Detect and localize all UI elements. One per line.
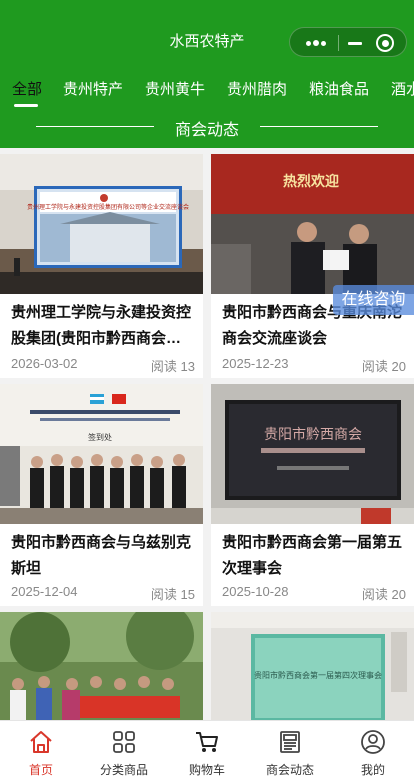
article-image: [0, 612, 203, 720]
grid-icon: [113, 731, 135, 753]
tabbar-label: 商会动态: [265, 763, 314, 777]
header: 水西农特产 全部 贵州特产 贵州黄牛 贵州腊肉 粮油食品 酒水 商会动态: [0, 0, 414, 148]
tabbar-home[interactable]: 首页: [0, 721, 82, 780]
tabbar-profile[interactable]: 我的: [332, 721, 414, 780]
article-date: 2026-03-02: [11, 356, 78, 371]
section-title: 商会动态: [174, 122, 239, 139]
article-views: 阅读 20: [361, 587, 406, 602]
article-card[interactable]: 签到处 贵阳市黔西商会与乌兹别克斯坦 2025-12-04 阅读 15: [0, 384, 203, 606]
article-card[interactable]: 贵阳市黔西商会第一届第四次理事会: [211, 612, 414, 720]
article-image: 贵阳市黔西商会第一届第四次理事会: [211, 612, 414, 720]
close-icon[interactable]: [376, 34, 394, 52]
article-title: 贵州理工学院与永建投资控股集团(贵阳市黔西商会…: [11, 304, 192, 347]
article-image: 签到处: [0, 384, 203, 524]
section-heading: 商会动态: [0, 115, 414, 139]
banner-text: 贵州理工学院与永建投资控股集团有限公司等企业交流座谈会: [27, 203, 189, 211]
article-title: 贵阳市黔西商会与乌兹别克斯坦: [11, 534, 192, 577]
news-icon: [280, 731, 300, 753]
tab-guizhou-cattle[interactable]: 贵州黄牛: [145, 78, 205, 99]
tab-liquor[interactable]: 酒水: [391, 78, 414, 99]
mini-program-capsule: [289, 27, 407, 57]
article-image: 贵阳市黔西商会: [211, 384, 414, 524]
bottom-tab-bar: 首页 分类商品 购物车 商会动态 我的: [0, 720, 414, 780]
tabbar-label: 购物车: [188, 763, 225, 777]
app-root: 水西农特产 全部 贵州特产 贵州黄牛 贵州腊肉 粮油食品 酒水 商会动态 贵州理…: [0, 0, 414, 780]
tab-grain-oil[interactable]: 粮油食品: [309, 78, 369, 99]
tab-guizhou-specialty[interactable]: 贵州特产: [63, 78, 123, 99]
minimize-icon[interactable]: [342, 36, 368, 50]
banner-text: 热烈欢迎: [283, 173, 339, 190]
home-icon: [30, 731, 52, 753]
capsule-divider: [338, 35, 339, 51]
tabbar-label: 首页: [28, 763, 53, 777]
article-card[interactable]: 贵州理工学院与永建投资控股集团有限公司等企业交流座谈会 贵州理工学院与永建投资控…: [0, 154, 203, 378]
article-views: 阅读 15: [150, 587, 195, 602]
banner-text: 贵阳市黔西商会第一届第四次理事会: [254, 670, 382, 680]
user-icon: [361, 730, 385, 754]
tabbar-label: 我的: [360, 763, 385, 777]
article-card[interactable]: 热烈欢迎 贵阳市黔西商会与重庆南沱商会交流座谈会 2025-12-23 阅读 2…: [211, 154, 414, 378]
article-image: 热烈欢迎: [211, 154, 414, 294]
divider: [260, 126, 378, 127]
tabbar-news[interactable]: 商会动态: [249, 721, 331, 780]
article-title: 贵阳市黔西商会第一届第五次理事会: [222, 534, 403, 577]
tabbar-categories[interactable]: 分类商品: [83, 721, 165, 780]
article-date: 2025-12-04: [11, 584, 78, 599]
tab-guizhou-bacon[interactable]: 贵州腊肉: [227, 78, 287, 99]
banner-text: 贵阳市黔西商会: [264, 426, 362, 443]
tabbar-cart[interactable]: 购物车: [166, 721, 248, 780]
category-tabs: 全部 贵州特产 贵州黄牛 贵州腊肉 粮油食品 酒水: [0, 76, 414, 106]
banner-text: 签到处: [88, 432, 112, 442]
article-views: 阅读 20: [361, 359, 406, 374]
article-views: 阅读 13: [150, 359, 195, 374]
more-icon[interactable]: [302, 36, 332, 50]
active-tab-indicator: [14, 104, 38, 107]
article-date: 2025-10-28: [222, 584, 289, 599]
online-consult-button[interactable]: 在线咨询: [333, 285, 414, 315]
article-date: 2025-12-23: [222, 356, 289, 371]
article-card[interactable]: 贵阳市黔西商会 贵阳市黔西商会第一届第五次理事会 2025-10-28 阅读 2…: [211, 384, 414, 606]
tabbar-label: 分类商品: [99, 763, 148, 777]
article-card[interactable]: [0, 612, 203, 720]
tab-all[interactable]: 全部: [12, 78, 42, 99]
cart-icon: [196, 732, 218, 752]
article-image: 贵州理工学院与永建投资控股集团有限公司等企业交流座谈会: [0, 154, 203, 294]
